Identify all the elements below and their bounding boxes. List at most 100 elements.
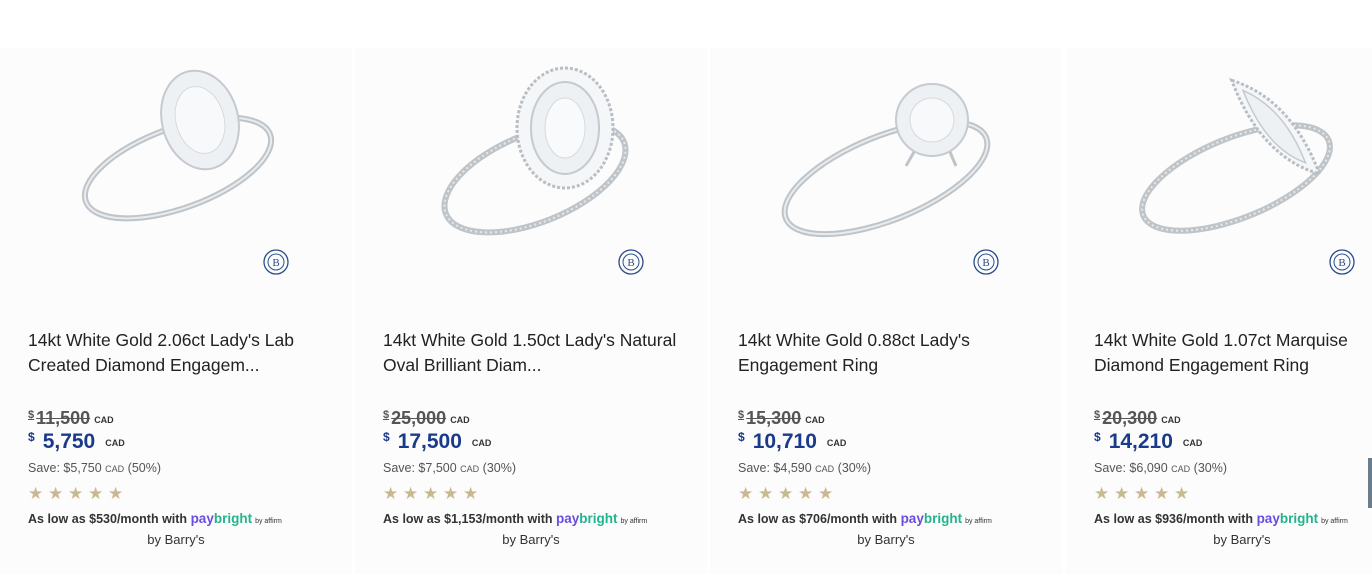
original-price-value: 20,300 — [1102, 408, 1158, 428]
product-image-round-solitaire[interactable] — [710, 48, 1062, 288]
original-price: $25,000 CAD — [383, 408, 470, 429]
star-icon: ★ — [68, 484, 84, 503]
financing-offer[interactable]: As low as $1,153/month with paybright by … — [383, 511, 647, 526]
financing-offer[interactable]: As low as $706/month with paybright by af… — [738, 511, 992, 526]
financing-text: As low as $706/month with — [738, 512, 898, 526]
affirm-logo: by affirm — [1321, 518, 1348, 525]
product-title[interactable]: 14kt White Gold 0.88ct Lady's Engagement… — [738, 328, 1038, 378]
sale-price: $17,500 CAD — [383, 430, 491, 454]
star-icon: ★ — [1094, 484, 1110, 503]
currency-code: CAD — [1161, 415, 1181, 425]
product-title[interactable]: 14kt White Gold 2.06ct Lady's Lab Create… — [28, 328, 328, 378]
original-price-value: 11,500 — [36, 408, 91, 428]
star-rating: ★ ★ ★ ★ ★ — [738, 485, 838, 503]
currency-symbol: $ — [1094, 409, 1101, 421]
product-title[interactable]: 14kt White Gold 1.07ct Marquise Diamond … — [1094, 328, 1372, 378]
paybright-logo: paybright — [555, 511, 618, 526]
product-card[interactable]: B 14kt White Gold 1.07ct Marquise Diamon… — [1066, 48, 1372, 574]
currency-code: CAD — [105, 464, 125, 474]
product-card[interactable]: B 14kt White Gold 0.88ct Lady's Engageme… — [710, 48, 1062, 574]
product-image-oval-halo[interactable] — [355, 48, 707, 288]
star-rating: ★ ★ ★ ★ ★ — [28, 485, 128, 503]
star-icon: ★ — [1114, 484, 1130, 503]
sale-price-value: 14,210 — [1108, 430, 1173, 453]
financing-offer[interactable]: As low as $936/month with paybright by af… — [1094, 511, 1348, 526]
paybright-logo: paybright — [1256, 511, 1319, 526]
savings-amount: Save: $4,590 — [738, 461, 812, 475]
currency-code: CAD — [805, 415, 825, 425]
star-icon: ★ — [818, 484, 834, 503]
star-icon: ★ — [108, 484, 124, 503]
product-image-marquise-halo[interactable] — [1066, 48, 1372, 288]
original-price: $20,300 CAD — [1094, 408, 1181, 429]
savings-amount: Save: $6,090 — [1094, 461, 1168, 475]
logo-letter: B — [982, 257, 989, 269]
star-icon: ★ — [88, 484, 104, 503]
star-icon: ★ — [28, 484, 44, 503]
financing-offer[interactable]: As low as $530/month with paybright by af… — [28, 511, 282, 526]
star-icon: ★ — [1134, 484, 1150, 503]
barrys-logo-icon: B — [263, 249, 289, 275]
seller-name: by Barry's — [502, 532, 560, 547]
product-image-oval-solitaire[interactable] — [0, 48, 352, 288]
star-icon: ★ — [1174, 484, 1190, 503]
star-icon: ★ — [403, 484, 419, 503]
financing-text: As low as $530/month with — [28, 512, 188, 526]
logo-letter: B — [1338, 257, 1345, 269]
sale-price-value: 17,500 — [397, 430, 462, 453]
sale-price-value: 5,750 — [42, 430, 96, 453]
affirm-logo: by affirm — [620, 518, 648, 525]
barrys-logo-icon: B — [973, 249, 999, 275]
original-price-value: 15,300 — [746, 408, 802, 428]
original-price: $15,300 CAD — [738, 408, 825, 429]
star-icon: ★ — [48, 484, 64, 503]
sale-price: $14,210 CAD — [1094, 430, 1202, 454]
star-icon: ★ — [798, 484, 814, 503]
product-grid: B 14kt White Gold 2.06ct Lady's Lab Crea… — [0, 0, 1372, 574]
paybright-logo: paybright — [190, 511, 253, 526]
barrys-logo-icon: B — [1329, 249, 1355, 275]
currency-code: CAD — [105, 438, 125, 448]
savings-text: Save: $4,590 CAD (30%) — [738, 461, 871, 475]
savings-percent: (30%) — [837, 461, 871, 475]
sale-price: $10,710 CAD — [738, 430, 846, 454]
currency-symbol: $ — [738, 409, 745, 421]
original-price: $11,500 CAD — [28, 408, 114, 429]
savings-text: Save: $5,750 CAD (50%) — [28, 461, 161, 475]
currency-code: CAD — [471, 438, 492, 448]
product-title[interactable]: 14kt White Gold 1.50ct Lady's Natural Ov… — [383, 328, 683, 378]
sale-price-value: 10,710 — [752, 430, 817, 453]
currency-code: CAD — [826, 438, 847, 448]
sale-price: $5,750 CAD — [28, 430, 125, 454]
currency-symbol: $ — [1094, 430, 1101, 444]
star-icon: ★ — [423, 484, 439, 503]
scrollbar-thumb[interactable] — [1368, 458, 1372, 508]
barrys-logo-icon: B — [618, 249, 644, 275]
star-rating: ★ ★ ★ ★ ★ — [1094, 485, 1194, 503]
original-price-value: 25,000 — [391, 408, 447, 428]
logo-letter: B — [272, 257, 279, 269]
star-icon: ★ — [383, 484, 399, 503]
product-card[interactable]: B 14kt White Gold 2.06ct Lady's Lab Crea… — [0, 48, 352, 574]
savings-amount: Save: $5,750 — [28, 461, 102, 475]
currency-code: CAD — [1171, 464, 1191, 474]
seller-name: by Barry's — [857, 532, 915, 547]
currency-symbol: $ — [383, 409, 390, 421]
product-card[interactable]: B 14kt White Gold 1.50ct Lady's Natural … — [355, 48, 707, 574]
currency-code: CAD — [460, 464, 480, 474]
seller-name: by Barry's — [147, 532, 205, 547]
star-icon: ★ — [443, 484, 459, 503]
star-icon: ★ — [1154, 484, 1170, 503]
currency-symbol: $ — [28, 430, 35, 444]
star-icon: ★ — [758, 484, 774, 503]
currency-symbol: $ — [383, 430, 390, 444]
paybright-logo: paybright — [900, 511, 963, 526]
savings-amount: Save: $7,500 — [383, 461, 457, 475]
savings-text: Save: $6,090 CAD (30%) — [1094, 461, 1227, 475]
currency-code: CAD — [94, 415, 114, 425]
financing-text: As low as $936/month with — [1094, 512, 1254, 526]
star-icon: ★ — [738, 484, 754, 503]
star-icon: ★ — [463, 484, 479, 503]
savings-percent: (30%) — [482, 461, 516, 475]
logo-letter: B — [627, 257, 634, 269]
